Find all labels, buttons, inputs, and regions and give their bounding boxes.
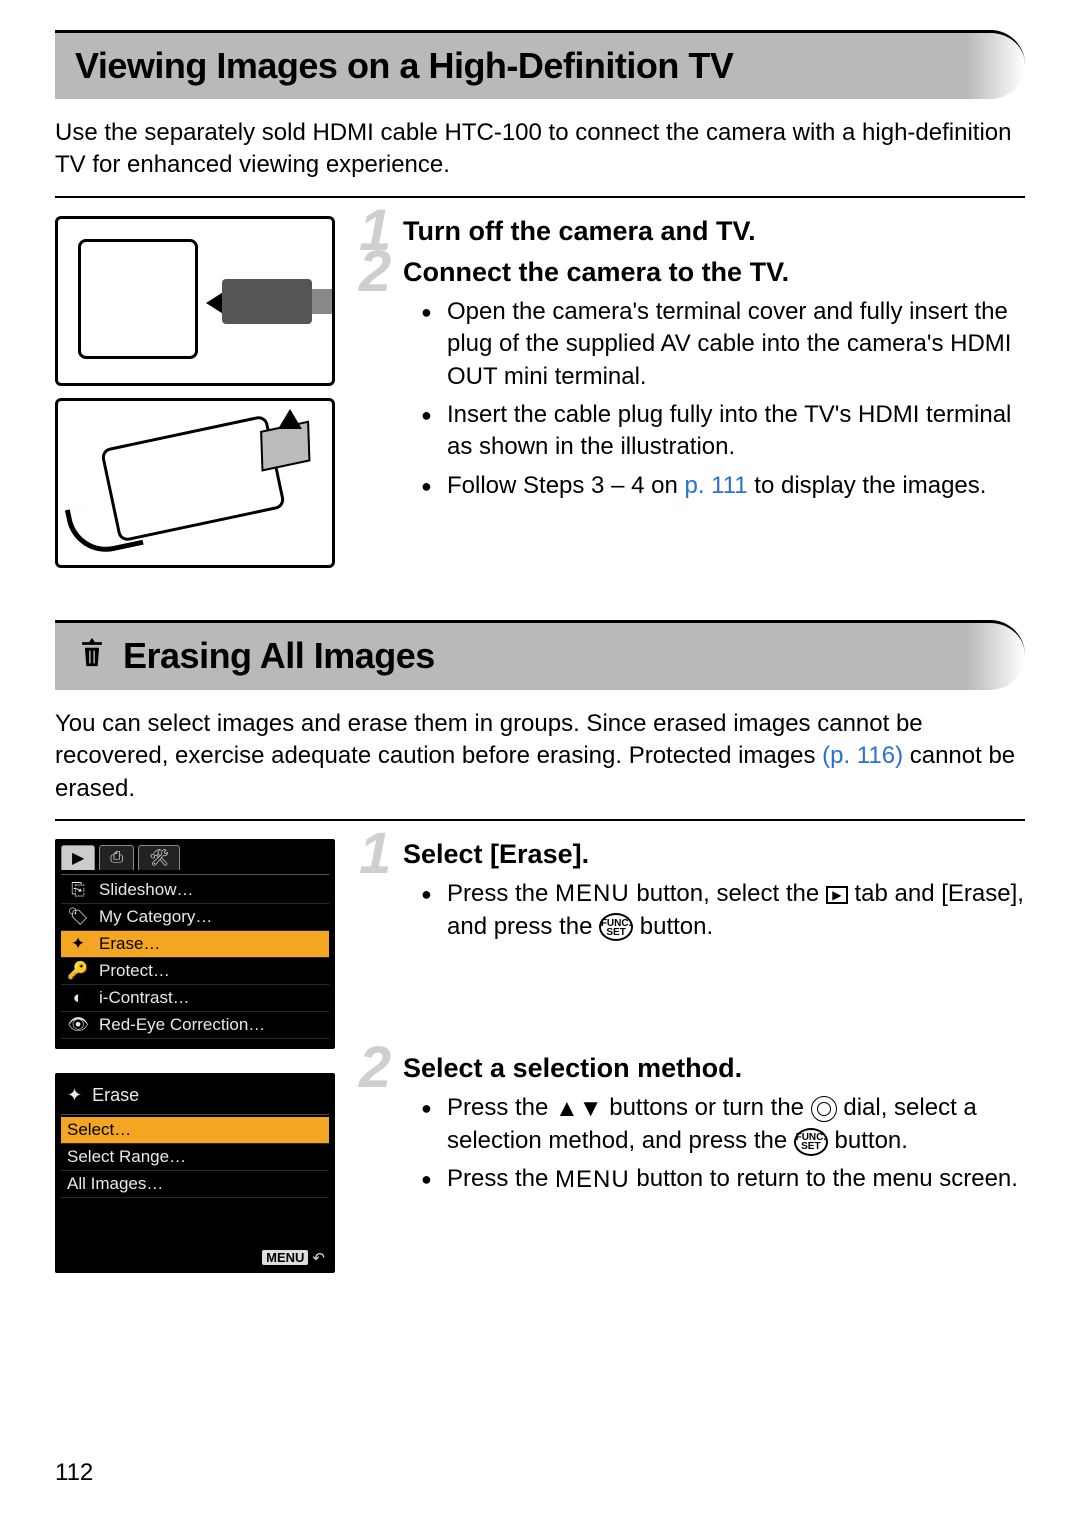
row-icon: ⎘ bbox=[67, 880, 89, 900]
illustration-camera-port bbox=[55, 216, 335, 386]
step-2-erase: 2 Select a selection method. Press the ▲… bbox=[359, 1053, 1025, 1196]
row-label: i-Contrast… bbox=[99, 988, 190, 1008]
lcd-row: ⎘ Slideshow… bbox=[61, 877, 329, 904]
section-title: Erasing All Images bbox=[123, 635, 435, 677]
steps-column-2: 1 Select [Erase]. Press the MENU button,… bbox=[359, 839, 1025, 1297]
row-label: Protect… bbox=[99, 961, 170, 981]
step-bullets: Press the ▲▼ buttons or turn the dial, s… bbox=[421, 1092, 1025, 1196]
divider bbox=[55, 196, 1025, 198]
row-icon: 👁 bbox=[67, 1015, 89, 1035]
step-2-bullets: Open the camera's terminal cover and ful… bbox=[421, 296, 1025, 502]
print-icon: ⎙ bbox=[110, 849, 123, 867]
step-title: Select a selection method. bbox=[403, 1053, 1025, 1084]
tools-icon: 🛠 bbox=[149, 848, 169, 868]
step-number: 2 bbox=[359, 243, 391, 301]
section1-body: 1 Turn off the camera and TV. 2 Connect … bbox=[55, 216, 1025, 580]
lcd-footer: MENU ↶ bbox=[262, 1249, 325, 1267]
lcd-row: 🔑 Protect… bbox=[61, 958, 329, 985]
lcd-menu-erase: ✦ Erase Select…Select Range…All Images… … bbox=[55, 1073, 335, 1273]
row-icon: ◐ bbox=[67, 988, 89, 1008]
page-link-111[interactable]: p. 111 bbox=[684, 472, 747, 499]
menu-button-icon: MENU bbox=[555, 878, 630, 910]
illustration-hdmi-plug bbox=[55, 398, 335, 568]
lcd-row: Select Range… bbox=[61, 1144, 329, 1171]
row-label: Slideshow… bbox=[99, 880, 194, 900]
lcd-tab-tools: 🛠 bbox=[138, 845, 180, 870]
section-header-hd-tv: Viewing Images on a High-Definition TV bbox=[55, 30, 1025, 99]
step-bullets: Press the MENU button, select the ▶ tab … bbox=[421, 878, 1025, 943]
row-icon: 🔑 bbox=[67, 961, 89, 981]
play-icon: ▶ bbox=[72, 848, 84, 868]
lcd-row: 🏷 My Category… bbox=[61, 904, 329, 931]
bullet: Press the MENU button, select the ▶ tab … bbox=[421, 878, 1025, 943]
step-2: 2 Connect the camera to the TV. Open the… bbox=[359, 257, 1025, 502]
lcd-column: ▶ ⎙ 🛠 ⎘ Slideshow… 🏷 My Category… ✦ Erase… 🔑 Pr… bbox=[55, 839, 335, 1297]
playback-tab-icon: ▶ bbox=[826, 886, 848, 904]
row-icon: ✦ bbox=[67, 934, 89, 954]
step-title: Connect the camera to the TV. bbox=[403, 257, 1025, 288]
lcd-tab-print: ⎙ bbox=[99, 845, 134, 870]
step-number: 2 bbox=[359, 1039, 391, 1097]
divider bbox=[55, 819, 1025, 821]
illustration-column bbox=[55, 216, 335, 580]
lcd-erase-title: ✦ Erase bbox=[61, 1079, 329, 1115]
bullet: Follow Steps 3 – 4 on p. 111 to display … bbox=[421, 470, 1025, 502]
up-down-icon: ▲▼ bbox=[555, 1093, 603, 1125]
row-label: Red-Eye Correction… bbox=[99, 1015, 265, 1035]
row-label: My Category… bbox=[99, 907, 212, 927]
menu-icon: MENU bbox=[262, 1250, 308, 1265]
step-1: 1 Turn off the camera and TV. bbox=[359, 216, 1025, 247]
step-title: Select [Erase]. bbox=[403, 839, 1025, 870]
row-label: Erase… bbox=[99, 934, 160, 954]
func-set-button-icon: FUNC.SET bbox=[794, 1128, 828, 1156]
erase-icon: ✦ bbox=[67, 1085, 82, 1106]
lcd-row: ◐ i-Contrast… bbox=[61, 985, 329, 1012]
lcd-menu-playback: ▶ ⎙ 🛠 ⎘ Slideshow… 🏷 My Category… ✦ Erase… 🔑 Pr… bbox=[55, 839, 335, 1049]
step-1-erase: 1 Select [Erase]. Press the MENU button,… bbox=[359, 839, 1025, 943]
lcd-tab-playback: ▶ bbox=[61, 845, 95, 870]
row-label: Select… bbox=[67, 1120, 131, 1140]
steps-column: 1 Turn off the camera and TV. 2 Connect … bbox=[359, 216, 1025, 580]
section1-intro: Use the separately sold HDMI cable HTC-1… bbox=[55, 117, 1025, 182]
lcd-row: All Images… bbox=[61, 1171, 329, 1198]
section2-body: ▶ ⎙ 🛠 ⎘ Slideshow… 🏷 My Category… ✦ Erase… 🔑 Pr… bbox=[55, 839, 1025, 1297]
section2-intro: You can select images and erase them in … bbox=[55, 708, 1025, 805]
bullet: Open the camera's terminal cover and ful… bbox=[421, 296, 1025, 393]
page-link-116[interactable]: (p. 116) bbox=[822, 742, 903, 769]
step-title: Turn off the camera and TV. bbox=[403, 216, 1025, 247]
func-set-button-icon: FUNC.SET bbox=[599, 913, 633, 941]
menu-button-icon: MENU bbox=[555, 1164, 630, 1196]
step-number: 1 bbox=[359, 825, 391, 883]
erase-icon bbox=[75, 635, 109, 678]
bullet: Insert the cable plug fully into the TV'… bbox=[421, 399, 1025, 464]
lcd-row: ✦ Erase… bbox=[61, 931, 329, 958]
back-icon: ↶ bbox=[312, 1249, 325, 1267]
control-dial-icon bbox=[811, 1096, 837, 1122]
bullet: Press the MENU button to return to the m… bbox=[421, 1163, 1025, 1196]
lcd-row: 👁 Red-Eye Correction… bbox=[61, 1012, 329, 1039]
section-header-erase: Erasing All Images bbox=[55, 620, 1025, 690]
lcd-tabs: ▶ ⎙ 🛠 bbox=[61, 845, 329, 875]
row-label: Select Range… bbox=[67, 1147, 186, 1167]
lcd-row: Select… bbox=[61, 1117, 329, 1144]
section-title: Viewing Images on a High-Definition TV bbox=[75, 45, 733, 87]
bullet: Press the ▲▼ buttons or turn the dial, s… bbox=[421, 1092, 1025, 1157]
page-number: 112 bbox=[55, 1459, 93, 1487]
row-icon: 🏷 bbox=[67, 907, 89, 927]
row-label: All Images… bbox=[67, 1174, 163, 1194]
